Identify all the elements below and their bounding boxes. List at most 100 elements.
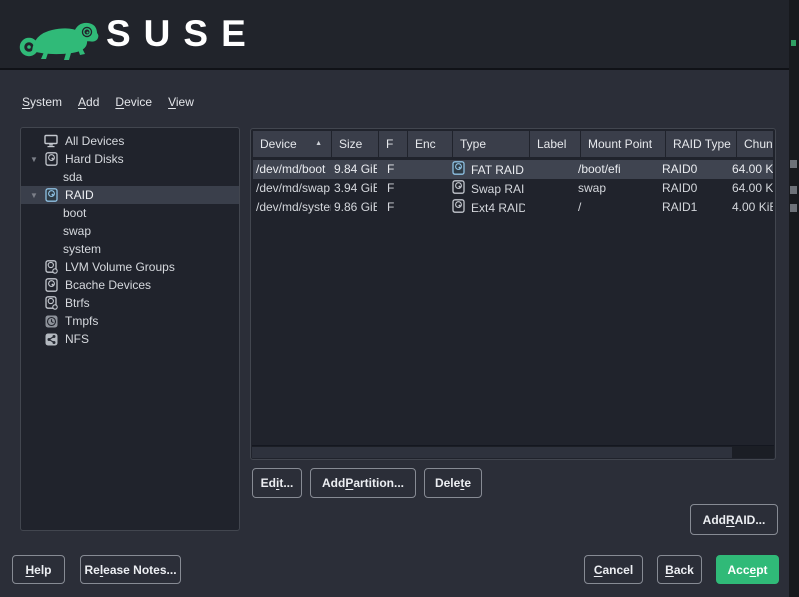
tree-item-label: Tmpfs <box>65 314 98 328</box>
background-text-fragment <box>790 160 797 168</box>
table-row[interactable]: /dev/md/system 9.86 GiB F Ext4 RAID / RA… <box>253 198 773 217</box>
cell-type: Ext4 RAID <box>449 198 525 217</box>
tree-item-label: sda <box>63 170 82 184</box>
hard-disk-icon <box>43 152 59 166</box>
partitioner-window: SUSE System Add Device View All Devices … <box>0 0 799 597</box>
delete-button[interactable]: Delete <box>424 468 482 498</box>
horizontal-scrollbar-thumb[interactable] <box>252 447 732 458</box>
column-header-raid-type[interactable]: RAID Type <box>666 131 736 157</box>
suse-chameleon-logo-icon <box>18 8 100 62</box>
accept-button[interactable]: Accept <box>716 555 779 584</box>
cell-size: 9.84 GiB <box>331 160 377 179</box>
tree-item-btrfs[interactable]: Btrfs <box>21 294 239 312</box>
tree-item-label: NFS <box>65 332 89 346</box>
tree-item-label: Hard Disks <box>65 152 124 166</box>
raid-disk-icon <box>452 161 465 178</box>
table-header-row: Device ▲ Size F Enc Type Label Mount Poi… <box>253 131 773 157</box>
raid-disk-icon <box>452 180 465 197</box>
chevron-down-icon[interactable]: ▼ <box>25 191 43 200</box>
cell-format-flag: F <box>377 179 405 198</box>
cell-mount-point: swap <box>575 179 659 198</box>
computer-icon <box>43 134 59 148</box>
edit-button[interactable]: Edit... <box>252 468 302 498</box>
cell-format-flag: F <box>377 198 405 217</box>
cell-raid-type: RAID1 <box>659 198 729 217</box>
tree-item-tmpfs[interactable]: Tmpfs <box>21 312 239 330</box>
nfs-share-icon <box>43 333 59 346</box>
background-logo-fragment <box>791 40 796 46</box>
tree-item-label: LVM Volume Groups <box>65 260 175 274</box>
add-partition-button[interactable]: Add Partition... <box>310 468 416 498</box>
tree-item-nfs[interactable]: NFS <box>21 330 239 348</box>
tree-item-system[interactable]: system <box>21 240 239 258</box>
cell-enc <box>405 179 449 198</box>
menubar: System Add Device View <box>22 95 194 109</box>
cell-device: /dev/md/boot <box>253 160 331 179</box>
tree-item-label: All Devices <box>65 134 124 148</box>
tree-item-raid[interactable]: ▼ RAID <box>21 186 239 204</box>
device-tree: All Devices ▼ Hard Disks sda ▼ RAID <box>21 128 239 348</box>
tree-item-label: Btrfs <box>65 296 90 310</box>
cell-type: Swap RAID <box>449 179 525 198</box>
cell-format-flag: F <box>377 160 405 179</box>
tree-item-hard-disks[interactable]: ▼ Hard Disks <box>21 150 239 168</box>
table-row[interactable]: /dev/md/swap 3.94 GiB F Swap RAID swap R… <box>253 179 773 198</box>
cell-mount-point: / <box>575 198 659 217</box>
lvm-icon <box>43 260 59 274</box>
tree-item-label: boot <box>63 206 86 220</box>
cell-type-label: Swap RAID <box>471 182 525 196</box>
tree-item-label: swap <box>63 224 91 238</box>
tree-item-boot[interactable]: boot <box>21 204 239 222</box>
raid-disk-icon <box>43 188 59 202</box>
cell-raid-type: RAID0 <box>659 160 729 179</box>
background-window-strip <box>789 0 799 597</box>
btrfs-icon <box>43 296 59 310</box>
raid-devices-table-panel: Device ▲ Size F Enc Type Label Mount Poi… <box>250 128 776 460</box>
menu-view[interactable]: View <box>168 95 194 109</box>
cancel-button[interactable]: Cancel <box>584 555 643 584</box>
chevron-down-icon[interactable]: ▼ <box>25 155 43 164</box>
raid-disk-icon <box>452 199 465 216</box>
cell-enc <box>405 198 449 217</box>
title-banner: SUSE <box>0 0 799 70</box>
table-row[interactable]: /dev/md/boot 9.84 GiB F FAT RAID /boot/e… <box>253 160 773 179</box>
cell-label <box>525 198 575 217</box>
release-notes-button[interactable]: Release Notes... <box>80 555 181 584</box>
menu-system[interactable]: System <box>22 95 62 109</box>
tree-item-label: Bcache Devices <box>65 278 151 292</box>
tree-item-label: RAID <box>65 188 94 202</box>
cell-enc <box>405 160 449 179</box>
tree-item-swap[interactable]: swap <box>21 222 239 240</box>
cell-device: /dev/md/system <box>253 198 331 217</box>
column-header-size[interactable]: Size <box>332 131 378 157</box>
tree-item-sda[interactable]: sda <box>21 168 239 186</box>
tree-item-bcache-devices[interactable]: Bcache Devices <box>21 276 239 294</box>
tree-item-all-devices[interactable]: All Devices <box>21 132 239 150</box>
column-header-label[interactable]: Label <box>530 131 580 157</box>
cell-type-label: FAT RAID <box>471 163 524 177</box>
cell-chunk: 64.00 KiB <box>729 179 773 198</box>
column-header-chunk[interactable]: Chunk <box>737 131 773 157</box>
cell-chunk: 64.00 KiB <box>729 160 773 179</box>
tmpfs-clock-icon <box>43 315 59 328</box>
tree-item-lvm-volume-groups[interactable]: LVM Volume Groups <box>21 258 239 276</box>
menu-device[interactable]: Device <box>115 95 152 109</box>
column-header-device[interactable]: Device ▲ <box>253 131 331 157</box>
device-tree-panel: All Devices ▼ Hard Disks sda ▼ RAID <box>20 127 240 531</box>
column-header-type[interactable]: Type <box>453 131 529 157</box>
horizontal-scrollbar[interactable] <box>252 445 774 458</box>
column-header-f[interactable]: F <box>379 131 407 157</box>
menu-add[interactable]: Add <box>78 95 99 109</box>
column-header-mount-point[interactable]: Mount Point <box>581 131 665 157</box>
cell-device: /dev/md/swap <box>253 179 331 198</box>
cell-size: 3.94 GiB <box>331 179 377 198</box>
column-header-enc[interactable]: Enc <box>408 131 452 157</box>
brand-wordmark: SUSE <box>106 13 259 55</box>
cell-mount-point: /boot/efi <box>575 160 659 179</box>
cell-label <box>525 160 575 179</box>
sort-ascending-icon: ▲ <box>315 140 322 147</box>
add-raid-button[interactable]: Add RAID... <box>690 504 778 535</box>
back-button[interactable]: Back <box>657 555 702 584</box>
background-text-fragment <box>790 186 797 194</box>
help-button[interactable]: Help <box>12 555 65 584</box>
